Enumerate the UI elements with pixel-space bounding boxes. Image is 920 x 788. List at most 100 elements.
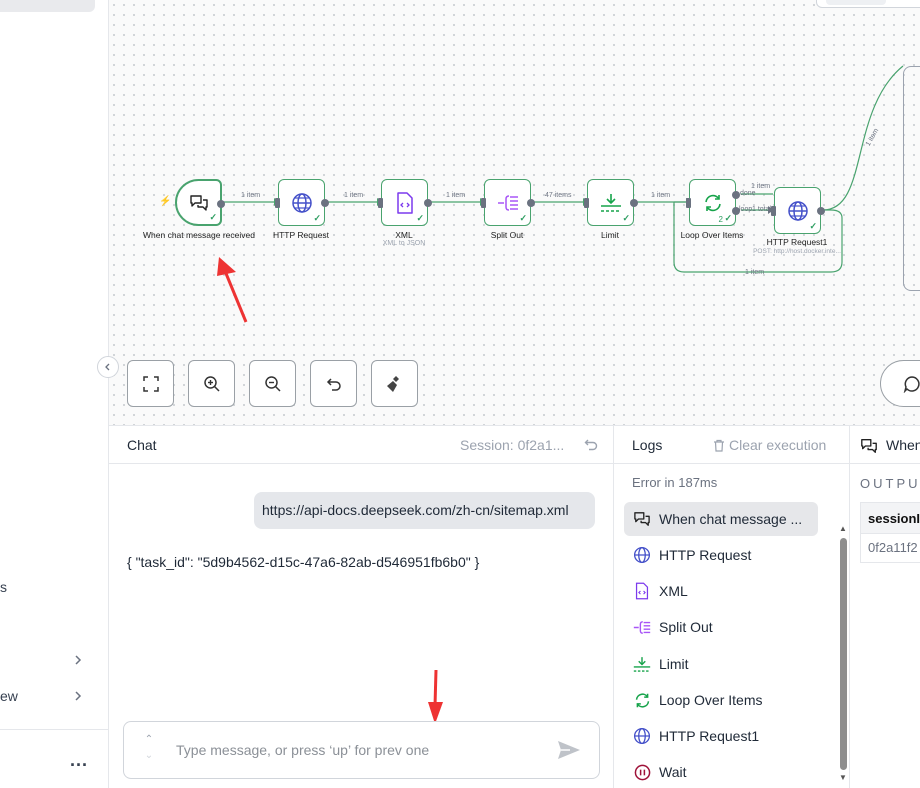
loop-icon	[704, 194, 721, 211]
table-header-cell: sessionI	[861, 503, 920, 534]
split-out-icon	[497, 194, 518, 211]
chat-panel: Chat Session: 0f2a1... https://api-docs.…	[109, 426, 614, 788]
loop-icon	[635, 692, 649, 708]
edge-label: 1 item	[241, 192, 261, 199]
node-loop-over-items[interactable]: 2 ✓	[686, 179, 740, 226]
output-handle[interactable]	[424, 199, 432, 207]
node-limit[interactable]: ✓	[584, 179, 638, 226]
success-check-icon: ✓	[313, 213, 321, 223]
zoom-out-button[interactable]	[249, 360, 296, 407]
chat-header: Chat Session: 0f2a1...	[109, 426, 614, 464]
chat-bubbles-icon	[189, 194, 208, 211]
node-split-out[interactable]: ✓	[481, 179, 535, 226]
edge-label: 1 item	[344, 192, 364, 199]
open-chat-button[interactable]	[880, 360, 920, 407]
history-arrows: ⌃ ⌄	[142, 732, 156, 766]
scroll-down-icon[interactable]: ▼	[839, 773, 847, 782]
workflow-canvas[interactable]: ⚡ ✓ When chat message received ✓ HTTP Re…	[109, 0, 920, 425]
reset-session-icon[interactable]	[584, 438, 598, 452]
node-http-request1[interactable]: ✓	[771, 187, 825, 234]
log-item-label: When chat message ...	[659, 511, 803, 527]
chat-title: Chat	[127, 437, 157, 453]
annotation-arrow-icon	[217, 257, 248, 323]
logs-scrollbar[interactable]: ▲ ▼	[838, 508, 848, 788]
globe-icon	[787, 200, 808, 221]
node-http-request[interactable]: ✓	[275, 179, 329, 226]
output-handle[interactable]	[217, 200, 225, 208]
log-item-wait[interactable]: Wait	[624, 755, 818, 788]
log-item-label: Limit	[659, 656, 689, 672]
input-handle[interactable]	[481, 198, 486, 208]
output-handle[interactable]	[817, 207, 825, 215]
log-item-xml[interactable]: XML	[624, 574, 818, 608]
clear-execution-label: Clear execution	[729, 437, 827, 453]
file-code-icon	[635, 582, 649, 600]
output-handle-done[interactable]	[732, 191, 740, 199]
chevron-right-icon[interactable]	[72, 654, 84, 666]
edge-label: 1 item	[651, 192, 671, 199]
session-id[interactable]: Session: 0f2a1...	[460, 437, 564, 453]
history-up-icon[interactable]: ⌃	[142, 732, 156, 748]
tidy-up-button[interactable]	[371, 360, 418, 407]
clear-execution-button[interactable]: Clear execution	[713, 437, 826, 453]
undo-icon	[326, 377, 341, 391]
node-xml[interactable]: ✓	[378, 179, 432, 226]
input-handle[interactable]	[686, 198, 691, 208]
node-chat-trigger[interactable]: ✓	[175, 179, 225, 226]
run-count-badge: 2	[718, 215, 723, 224]
output-handle[interactable]	[630, 199, 638, 207]
fit-view-button[interactable]	[127, 360, 174, 407]
file-code-icon	[396, 191, 413, 214]
zoom-in-button[interactable]	[188, 360, 235, 407]
globe-icon	[633, 546, 651, 564]
left-sidebar: s ew ...	[0, 0, 109, 788]
annotation-arrow-icon	[428, 669, 443, 724]
logs-title: Logs	[632, 437, 663, 453]
log-item-label: HTTP Request1	[659, 728, 760, 744]
node-label: XML	[395, 230, 413, 240]
log-item-limit[interactable]: Limit	[624, 647, 818, 681]
history-down-icon[interactable]: ⌄	[142, 748, 156, 764]
chat-bubbles-icon	[861, 439, 877, 453]
more-options-button[interactable]: ...	[70, 750, 88, 771]
log-item-chat-trigger[interactable]: When chat message ...	[624, 502, 818, 536]
log-item-http-request[interactable]: HTTP Request	[624, 538, 818, 572]
scrollbar-thumb[interactable]	[840, 538, 847, 770]
output-table: sessionI 0f2a11f2	[860, 502, 920, 563]
sidebar-item-partial-3[interactable]: ew	[0, 688, 18, 704]
output-handle[interactable]	[527, 199, 535, 207]
table-cell[interactable]: 0f2a11f2	[861, 534, 920, 562]
scroll-up-icon[interactable]: ▲	[839, 524, 847, 533]
log-item-label: Wait	[659, 764, 687, 780]
sidebar-active-item[interactable]	[0, 0, 95, 12]
node-subtitle: XML to JSON	[382, 240, 426, 247]
chat-bubbles-icon	[634, 512, 650, 526]
input-handle[interactable]	[584, 198, 589, 208]
output-handle[interactable]	[321, 199, 329, 207]
log-item-split-out[interactable]: Split Out	[624, 610, 818, 644]
sidebar-item-partial-1[interactable]: s	[0, 579, 7, 595]
send-icon[interactable]	[556, 739, 582, 761]
log-item-loop-over-items[interactable]: Loop Over Items	[624, 683, 818, 717]
pause-icon	[634, 764, 650, 780]
broom-icon	[386, 375, 399, 392]
node-label: HTTP Request	[272, 230, 330, 240]
success-check-icon: ✓	[416, 213, 424, 223]
collapse-sidebar-button[interactable]	[97, 356, 119, 378]
node-detail-panel: When OUTPUT sessionI 0f2a11f2	[850, 426, 920, 788]
log-item-http-request1[interactable]: HTTP Request1	[624, 719, 818, 753]
chat-message-input[interactable]	[176, 738, 546, 762]
log-item-label: Split Out	[659, 619, 713, 635]
bot-message: { "task_id": "5d9b4562-d15c-47a6-82ab-d5…	[127, 554, 480, 570]
input-handle[interactable]	[378, 198, 383, 208]
split-out-icon	[633, 620, 651, 634]
detail-title: When	[886, 437, 920, 453]
input-handle[interactable]	[275, 198, 280, 208]
edge-label: 1 item	[751, 183, 771, 190]
input-handle[interactable]	[771, 206, 776, 216]
success-check-icon: ✓	[209, 212, 217, 222]
reset-zoom-button[interactable]	[310, 360, 357, 407]
log-item-label: XML	[659, 583, 688, 599]
chevron-right-icon[interactable]	[72, 690, 84, 702]
fit-view-icon	[142, 375, 159, 392]
